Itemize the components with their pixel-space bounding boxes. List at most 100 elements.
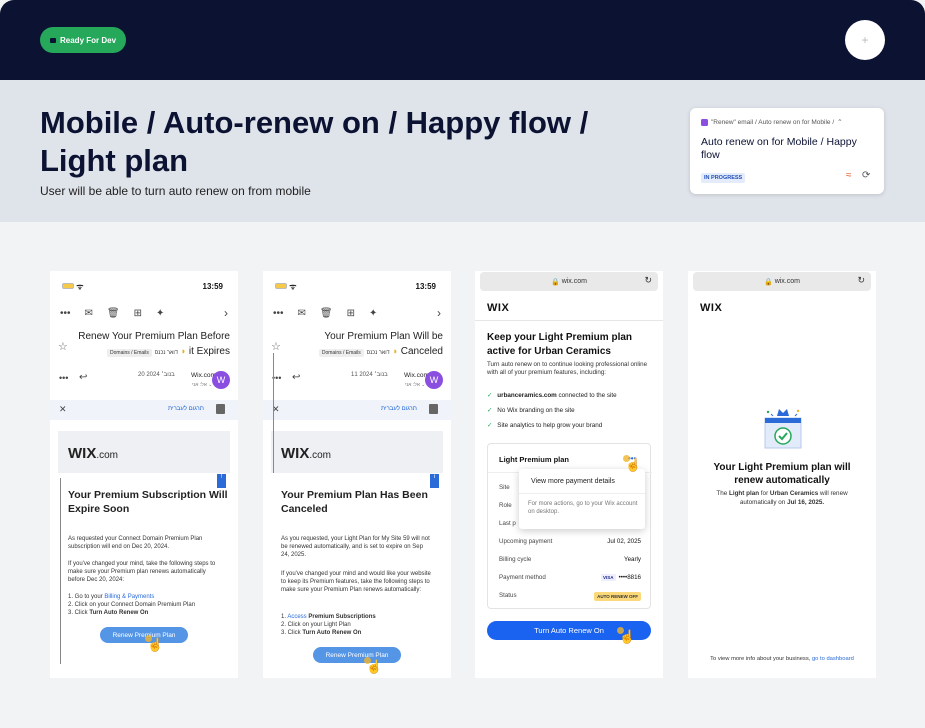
email-paragraph: If you've changed your mind, take the fo…	[68, 561, 216, 583]
email-steps: 1. Go to your Billing & Payments 2. Clic…	[68, 594, 196, 616]
dashboard-link[interactable]: go to dashboard	[812, 656, 854, 662]
bookmark-icon: ⌃	[837, 119, 843, 126]
sparkle-icon[interactable]: ✦	[369, 308, 377, 319]
success-text: The Light plan for Urban Ceramics will r…	[716, 490, 848, 506]
email-body: WIX.com i Your Premium Plan Has Been Can…	[271, 353, 443, 674]
detail-row: Status AUTO RENEW OFF	[499, 592, 641, 601]
status-badge[interactable]: Ready For Dev	[40, 27, 127, 53]
label-tag[interactable]: Domains / Emails	[318, 349, 364, 357]
tap-cursor-icon: ☝	[145, 635, 164, 652]
important-icon: ◗	[392, 346, 398, 356]
close-icon[interactable]: ✕	[59, 404, 67, 415]
mail-toolbar: ••• ✉ 🗑 ⊞ ✦ ›	[263, 301, 451, 325]
battery-icon	[62, 282, 74, 289]
chevron-right-icon[interactable]: ›	[437, 306, 441, 320]
top-bar: Ready For Dev +	[0, 0, 925, 80]
visa-icon: VISA	[601, 574, 616, 581]
more-icon[interactable]: •••	[60, 308, 71, 319]
translate-bar: ✕ תרגום לעברית	[50, 400, 238, 420]
reply-icon[interactable]: ↩	[292, 372, 300, 383]
popover-note: For more actions, go to your Wix account…	[528, 501, 638, 515]
translate-bar: ✕ תרגום לעברית	[263, 400, 451, 420]
trash-icon[interactable]: 🗑	[107, 308, 120, 319]
inbox-tag[interactable]: דואר נכנס	[155, 350, 178, 356]
wix-logo: WIX	[487, 302, 510, 314]
sparkle-icon[interactable]: ✦	[156, 308, 164, 319]
list-item: ✓ urbanceramics.com connected to the site	[487, 392, 617, 407]
detail-row: Billing cycle Yearly	[499, 556, 641, 563]
ticket-title: Auto renew on for Mobile / Happy flow	[701, 136, 857, 161]
email-body: WIX.com ! Your Premium Subscription Will…	[58, 431, 230, 671]
avatar: W	[425, 371, 443, 389]
ticket-card[interactable]: "Renew" email / Auto renew on for Mobile…	[690, 108, 884, 194]
email-screen-expire: ᯤ 13:59 ••• ✉ 🗑 ⊞ ✦ › ☆ Renew Your Premium Pla…	[50, 271, 238, 678]
reply-icon[interactable]: ↩	[79, 372, 87, 383]
star-icon[interactable]: ☆	[58, 340, 68, 353]
info-icon: i	[430, 474, 439, 488]
flag-icon: !	[217, 474, 226, 488]
archive-icon[interactable]: ⊞	[134, 308, 142, 319]
plan-title: Light Premium plan	[499, 455, 570, 464]
browser-url-bar[interactable]: 🔒 wix.com ↻	[480, 272, 658, 291]
wix-logo: WIX.com	[58, 431, 230, 473]
chevron-right-icon[interactable]: ›	[224, 306, 228, 320]
billing-link[interactable]: Billing & Payments	[104, 594, 154, 600]
add-button[interactable]: +	[845, 20, 885, 60]
archive-icon[interactable]: ⊞	[347, 308, 355, 319]
success-heading: Your Light Premium plan will renew autom…	[713, 462, 851, 486]
important-icon: ◗	[180, 346, 187, 356]
more-icon[interactable]: •••	[59, 373, 68, 383]
email-steps: 1. Access Premium Subscriptions 2. Click…	[281, 614, 376, 636]
lock-icon: 🔒	[551, 278, 560, 286]
list-item: ✓ Site analytics to help grow your brand	[487, 422, 617, 437]
feature-list: ✓ urbanceramics.com connected to the site…	[487, 392, 617, 437]
translate-icon[interactable]	[216, 404, 225, 414]
label-tag[interactable]: Domains / Emails	[107, 349, 152, 357]
signal-icon: ᯤ	[76, 281, 84, 291]
recipient[interactable]: אל: אני ⌄	[405, 382, 425, 388]
plus-icon: +	[861, 33, 869, 47]
renew-premium-button[interactable]: Renew Premium Plan	[100, 627, 188, 643]
email-heading: Your Premium Subscription Will Expire So…	[68, 489, 228, 515]
check-icon: ✓	[487, 407, 493, 414]
translate-icon[interactable]	[429, 404, 438, 414]
more-icon[interactable]: •••	[273, 308, 284, 319]
phone-status-bar: ᯤ 13:59	[263, 271, 451, 301]
status-icon	[50, 37, 56, 43]
detail-row: Upcoming payment Jul 02, 2025	[499, 538, 641, 545]
footer-text: To view more info about your business, g…	[710, 656, 854, 662]
clock: 13:59	[415, 281, 436, 291]
mail-icon[interactable]: ✉	[298, 308, 306, 319]
recipient[interactable]: אל: אני ⌄	[192, 382, 212, 388]
tap-cursor-icon: ☝	[617, 627, 636, 644]
inbox-tag[interactable]: דואר נכנס	[367, 350, 390, 356]
status-badge-label: Ready For Dev	[60, 35, 117, 45]
renew-premium-button[interactable]: Renew Premium Plan	[313, 647, 401, 663]
reload-icon[interactable]: ↻	[644, 275, 652, 286]
translate-link[interactable]: תרגום לעברית	[168, 406, 204, 412]
trash-icon[interactable]: 🗑	[320, 308, 333, 319]
ticket-status: IN PROGRESS	[701, 173, 746, 183]
view-payment-details-item[interactable]: View more payment details	[531, 478, 615, 485]
browser-url-bar[interactable]: 🔒 wix.com ↻	[693, 272, 871, 291]
translate-link[interactable]: תרגום לעברית	[381, 406, 417, 412]
email-paragraph: As you requested, your Light Plan for My…	[281, 536, 430, 558]
divider	[519, 493, 645, 494]
intro-text: Turn auto renew on to continue looking p…	[487, 361, 648, 376]
divider	[273, 353, 274, 473]
reload-icon[interactable]: ↻	[857, 275, 865, 286]
sender-row: ••• ↩ 20 בנוב׳ 2024 Wix.com אל: אני ⌄ W	[50, 369, 238, 393]
mail-icon[interactable]: ✉	[85, 308, 93, 319]
web-success-screen: 🔒 wix.com ↻ WIX Your Light Premium plan w…	[688, 271, 876, 678]
star-icon[interactable]: ☆	[271, 340, 281, 353]
wix-logo: WIX	[700, 302, 723, 314]
wix-logo: WIX.com	[271, 431, 443, 473]
divider	[475, 320, 663, 321]
page-subtitle: User will be able to turn auto renew on …	[40, 184, 311, 198]
email-heading: Your Premium Plan Has Been Canceled	[281, 489, 428, 515]
email-subject: Renew Your Premium Plan Before Domains /…	[78, 331, 230, 357]
detail-row: Payment method VISA ••••8816	[499, 574, 641, 581]
email-date: 20 בנוב׳ 2024	[138, 372, 175, 378]
list-item: ✓ No Wix branding on the site	[487, 407, 617, 422]
access-link[interactable]: Access	[287, 614, 306, 620]
